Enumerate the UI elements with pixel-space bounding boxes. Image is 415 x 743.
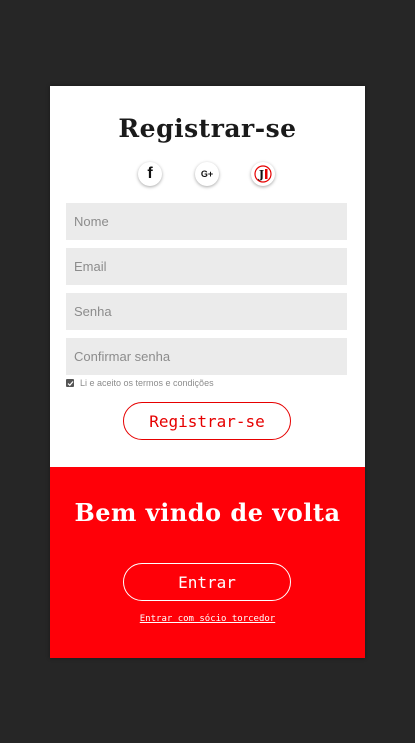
terms-checkbox[interactable] — [66, 379, 74, 387]
register-button[interactable]: Registrar-se — [123, 402, 291, 440]
svg-text:J: J — [258, 168, 264, 181]
check-icon — [67, 380, 73, 386]
email-field[interactable] — [66, 248, 347, 285]
password-field[interactable] — [66, 293, 347, 330]
club-logo-icon: J — [254, 165, 272, 183]
login-panel: Bem vindo de volta Entrar Entrar com sóc… — [50, 467, 365, 658]
welcome-title: Bem vindo de volta — [74, 498, 341, 527]
social-login-row: f G+ J — [50, 162, 365, 190]
google-plus-icon: G+ — [200, 168, 214, 179]
register-title: Registrar-se — [118, 114, 297, 143]
terms-row: Li e aceito os termos e condições — [66, 377, 214, 389]
member-login-link[interactable]: Entrar com sócio torcedor — [50, 614, 365, 624]
confirm-password-field[interactable] — [66, 338, 347, 375]
terms-label: Li e aceito os termos e condições — [80, 378, 214, 388]
google-login-button[interactable]: G+ — [195, 162, 219, 186]
login-button[interactable]: Entrar — [123, 563, 291, 601]
name-field[interactable] — [66, 203, 347, 240]
facebook-login-button[interactable]: f — [138, 162, 162, 186]
facebook-icon: f — [147, 165, 153, 182]
club-login-button[interactable]: J — [251, 162, 275, 186]
auth-card: Registrar-se f G+ J Li e aceito os termo… — [50, 86, 365, 658]
